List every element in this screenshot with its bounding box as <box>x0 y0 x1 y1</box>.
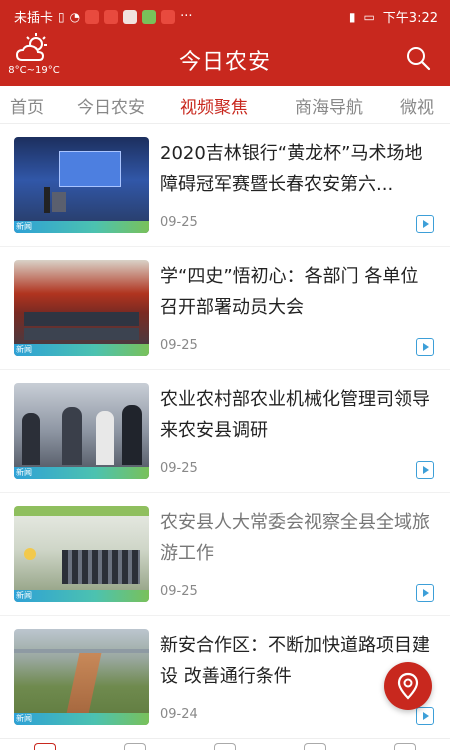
news-tag: 新闻 <box>16 591 32 600</box>
article-date: 09-25 <box>160 584 198 599</box>
news-tag: 新闻 <box>16 345 32 354</box>
weibo-icon <box>161 9 176 24</box>
article-thumbnail[interactable]: 新闻 <box>14 260 149 356</box>
battery-icon: ▭ <box>363 9 375 24</box>
tab-home[interactable]: 首页 <box>10 93 44 118</box>
page-title: 今日农安 <box>178 50 271 75</box>
caption-band <box>14 221 149 233</box>
play-icon[interactable] <box>416 461 434 479</box>
article-title[interactable]: 学“四史”悟初心：各部门 各单位召开部署动员大会 <box>160 261 435 323</box>
play-icon[interactable] <box>416 215 434 233</box>
tab-micro-video[interactable]: 微视 <box>400 93 434 118</box>
list-item[interactable]: 新闻 2020吉林银行“黄龙杯”马术场地障碍冠军赛暨长春农安第六... 09-2… <box>0 124 450 247</box>
nav-discover-icon[interactable] <box>304 743 326 750</box>
app-notification-icon <box>104 9 119 24</box>
stage-screen <box>59 151 121 187</box>
bottom-navigation <box>0 738 450 750</box>
person-silhouette <box>44 187 50 213</box>
clock: 下午3:22 <box>382 11 438 26</box>
news-tag: 新闻 <box>16 222 32 231</box>
green-canopy <box>14 506 149 516</box>
app-notification-icon <box>85 9 100 24</box>
tab-video-focus[interactable]: 视频聚焦 <box>180 93 248 118</box>
sim-icon: ▯ <box>58 9 65 24</box>
wifi-icon: ◔ <box>69 9 81 24</box>
person-silhouette <box>96 411 114 465</box>
crowd <box>62 550 140 584</box>
nav-profile-icon[interactable] <box>394 743 416 750</box>
caption-band <box>14 590 149 602</box>
tab-today-nongan[interactable]: 今日农安 <box>77 93 145 118</box>
status-bar-left: 未插卡 ▯ ◔ ··· <box>14 7 193 26</box>
article-title[interactable]: 农安县人大常委会视察全县全域旅游工作 <box>160 507 435 569</box>
list-item[interactable]: 新闻 新安合作区：不断加快道路项目建设 改善通行条件 09-24 <box>0 616 450 739</box>
list-item[interactable]: 新闻 学“四史”悟初心：各部门 各单位召开部署动员大会 09-25 <box>0 247 450 370</box>
nav-home-icon[interactable] <box>34 743 56 750</box>
play-icon[interactable] <box>416 338 434 356</box>
audience-rows <box>24 312 139 326</box>
more-notifications-icon: ··· <box>180 9 193 24</box>
article-title[interactable]: 农业农村部农业机械化管理司领导来农安县调研 <box>160 384 435 446</box>
article-title[interactable]: 2020吉林银行“黄龙杯”马术场地障碍冠军赛暨长春农安第六... <box>160 138 435 200</box>
person-silhouette <box>22 413 40 465</box>
person-silhouette <box>62 407 82 465</box>
search-button[interactable] <box>404 44 432 72</box>
carrier-text: 未插卡 <box>14 11 54 26</box>
vibrate-icon: ▮ <box>348 9 356 24</box>
news-tag: 新闻 <box>16 714 32 723</box>
caption-band <box>14 344 149 356</box>
sun-decoration <box>24 548 36 560</box>
caption-band <box>14 467 149 479</box>
location-button[interactable] <box>384 662 432 710</box>
list-item[interactable]: 新闻 农业农村部农业机械化管理司领导来农安县调研 09-25 <box>0 370 450 493</box>
app-notification-icon <box>123 9 138 24</box>
nav-services-icon[interactable] <box>214 743 236 750</box>
audience-rows <box>24 328 139 340</box>
article-thumbnail[interactable]: 新闻 <box>14 629 149 725</box>
status-bar: 未插卡 ▯ ◔ ··· ▮ ▭ 下午3:22 <box>0 0 450 30</box>
news-tag: 新闻 <box>16 468 32 477</box>
article-date: 09-25 <box>160 338 198 353</box>
article-date: 09-24 <box>160 707 198 722</box>
location-pin-icon <box>397 672 419 700</box>
article-date: 09-25 <box>160 215 198 230</box>
person-silhouette <box>122 405 142 465</box>
article-thumbnail[interactable]: 新闻 <box>14 137 149 233</box>
status-bar-right: ▮ ▭ 下午3:22 <box>348 7 438 27</box>
tab-business-guide[interactable]: 商海导航 <box>295 93 363 118</box>
nav-video-icon[interactable] <box>124 743 146 750</box>
search-icon <box>407 47 431 71</box>
article-thumbnail[interactable]: 新闻 <box>14 383 149 479</box>
app-notification-icon <box>142 9 157 24</box>
article-thumbnail[interactable]: 新闻 <box>14 506 149 602</box>
category-tabs: 首页 今日农安 视频聚焦 商海导航 微视 <box>0 86 450 124</box>
article-date: 09-25 <box>160 461 198 476</box>
horizon-line <box>14 649 149 653</box>
app-header: 8°C~19°C 今日农安 <box>0 30 450 86</box>
caption-band <box>14 713 149 725</box>
podium <box>52 192 66 212</box>
list-item[interactable]: 新闻 农安县人大常委会视察全县全域旅游工作 09-25 <box>0 493 450 616</box>
play-icon[interactable] <box>416 584 434 602</box>
